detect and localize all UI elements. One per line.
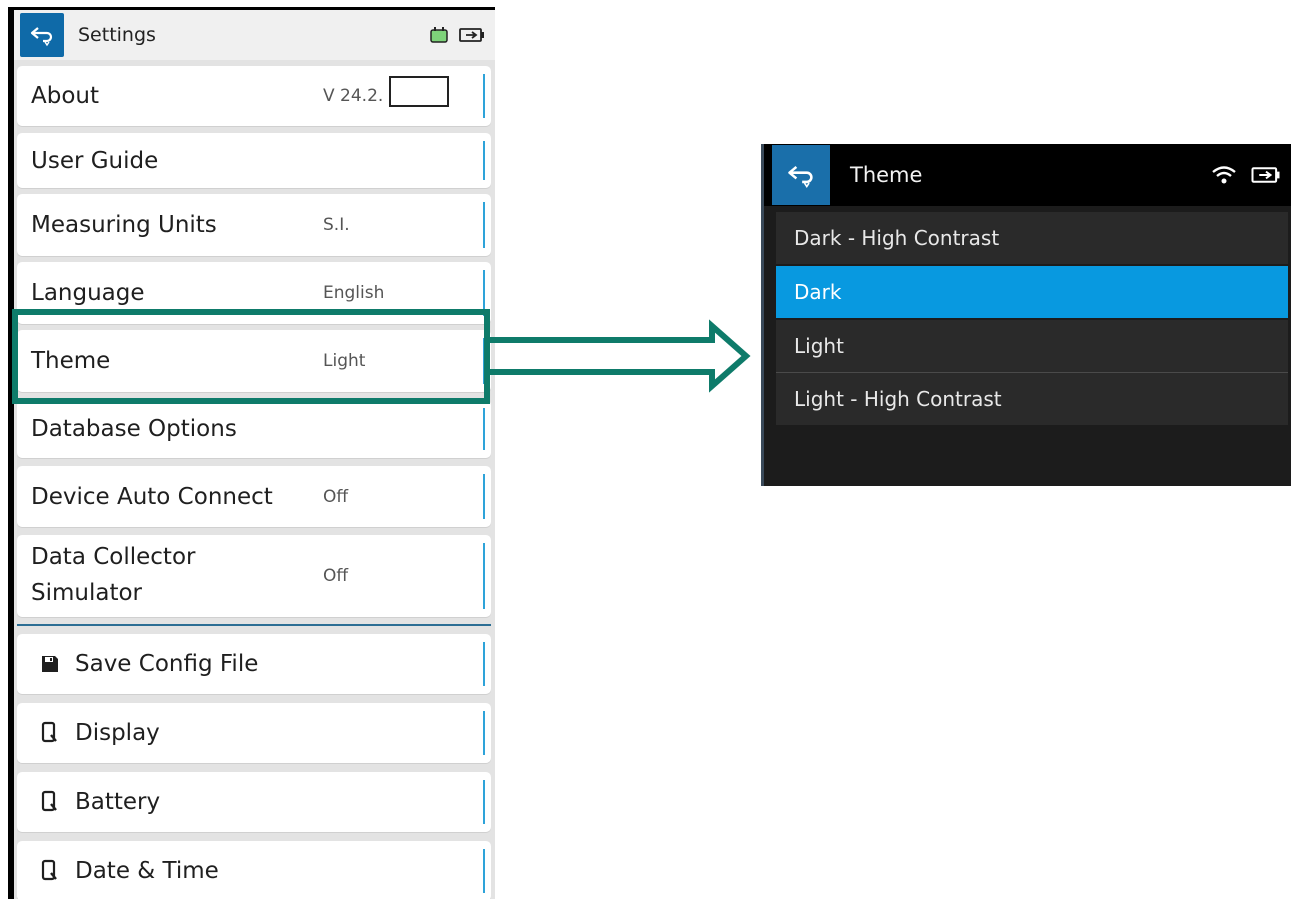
- row-label: Database Options: [31, 416, 237, 442]
- row-label: Language: [31, 280, 145, 306]
- settings-row-measuring-units[interactable]: Measuring Units S.I.: [17, 194, 491, 256]
- option-label: Light - High Contrast: [794, 387, 1002, 411]
- option-label: Light: [794, 334, 844, 358]
- battery-icon: [459, 28, 484, 42]
- floppy-disk-icon: [39, 652, 61, 676]
- page-title: Theme: [850, 163, 923, 187]
- device-phone-icon: [39, 790, 61, 814]
- row-label-line2: Simulator: [31, 580, 143, 606]
- row-value: Off: [323, 486, 349, 507]
- row-label-line1: Data Collector: [31, 544, 196, 570]
- option-label: Dark: [794, 280, 842, 304]
- row-label: Battery: [75, 789, 161, 815]
- theme-screen: Theme Dark - High Contrast Dark Light Li…: [761, 144, 1291, 486]
- back-arrow-icon: [30, 27, 53, 47]
- back-button[interactable]: [20, 13, 64, 57]
- device-battery-icon: [430, 27, 448, 43]
- settings-row-about[interactable]: About V 24.2.: [17, 66, 491, 126]
- device-phone-icon: [39, 721, 61, 745]
- row-value: Off: [323, 566, 349, 586]
- theme-titlebar: Theme: [764, 144, 1291, 206]
- back-arrow-icon: [788, 165, 813, 188]
- section-divider: [17, 624, 491, 626]
- battery-icon: [1251, 167, 1280, 183]
- settings-row-data-collector-simulator[interactable]: Data Collector Simulator Off: [17, 535, 491, 617]
- wifi-icon: [1212, 166, 1236, 184]
- option-label: Dark - High Contrast: [794, 226, 1000, 250]
- settings-row-device-auto-connect[interactable]: Device Auto Connect Off: [17, 466, 491, 527]
- row-value: S.I.: [323, 215, 350, 235]
- row-label: Display: [75, 720, 160, 746]
- page-title: Settings: [78, 24, 156, 46]
- row-label: Device Auto Connect: [31, 483, 273, 510]
- settings-row-user-guide[interactable]: User Guide: [17, 133, 491, 188]
- settings-row-date-time[interactable]: Date & Time: [17, 841, 491, 899]
- settings-row-save-config-file[interactable]: Save Config File: [17, 634, 491, 694]
- connector-arrow-icon: [484, 319, 751, 393]
- status-icons: [1211, 164, 1281, 186]
- theme-option-dark-high-contrast[interactable]: Dark - High Contrast: [776, 212, 1288, 264]
- settings-screen: Settings About V 24.2. User Guide Measur…: [8, 7, 495, 899]
- theme-highlight-box: [12, 309, 490, 404]
- version-redaction-box: [389, 76, 449, 107]
- row-label: Measuring Units: [31, 212, 217, 238]
- device-phone-icon: [39, 859, 61, 883]
- row-label: About: [31, 83, 100, 109]
- row-value: V 24.2.: [323, 86, 384, 106]
- theme-option-light-high-contrast[interactable]: Light - High Contrast: [776, 373, 1288, 425]
- theme-option-dark[interactable]: Dark: [776, 266, 1288, 318]
- row-value: English: [323, 283, 385, 303]
- settings-row-database-options[interactable]: Database Options: [17, 400, 491, 458]
- row-label: Date & Time: [75, 858, 219, 884]
- settings-row-display[interactable]: Display: [17, 703, 491, 763]
- status-icons: [429, 26, 485, 44]
- row-label: Save Config File: [75, 651, 259, 677]
- back-button[interactable]: [772, 145, 830, 205]
- row-label: User Guide: [31, 147, 159, 174]
- settings-titlebar: Settings: [14, 10, 495, 60]
- theme-option-light[interactable]: Light: [776, 320, 1288, 372]
- settings-row-battery[interactable]: Battery: [17, 772, 491, 832]
